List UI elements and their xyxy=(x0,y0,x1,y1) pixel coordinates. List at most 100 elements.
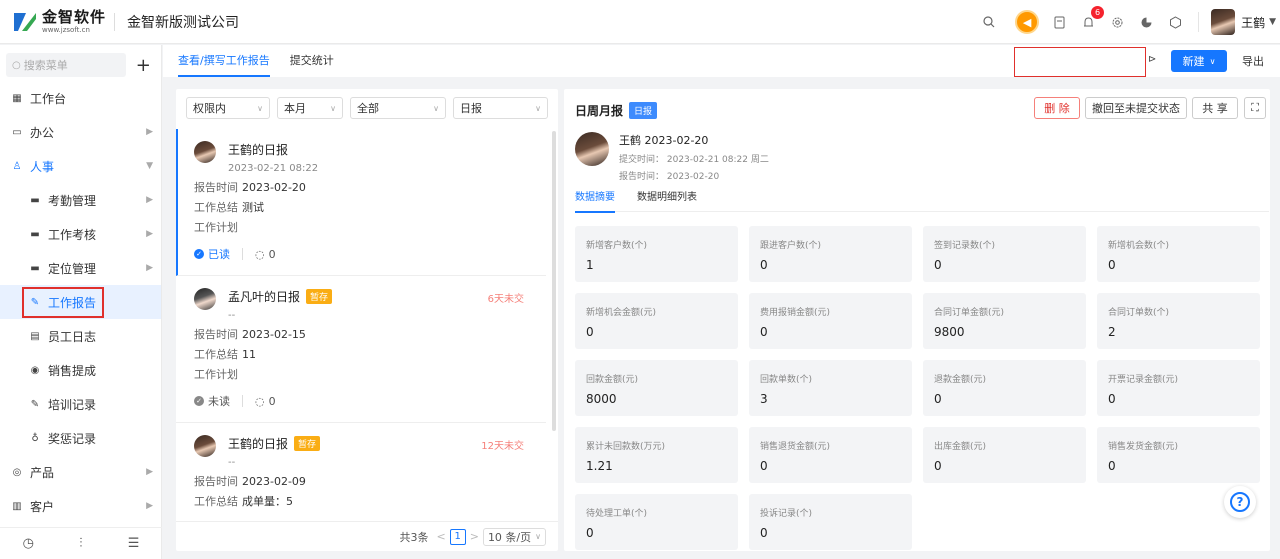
stat-card: 合同订单数(个) 2 xyxy=(1097,293,1260,349)
export-button[interactable]: 导出 xyxy=(1242,53,1264,69)
scope-select[interactable]: 权限内 ∨ xyxy=(186,97,270,119)
page-size-select[interactable]: 10 条/页 ∨ xyxy=(482,527,546,546)
tab-view-write-report[interactable]: 查看/撰写工作报告 xyxy=(178,45,270,77)
office-icon: ▭ xyxy=(12,126,22,138)
plan-row: 工作计划 xyxy=(194,222,546,234)
page-number[interactable]: 1 xyxy=(449,528,466,545)
logo[interactable]: 金智软件 www.jzsoft.cn xyxy=(12,9,112,34)
report-card[interactable]: 王鹤的日报 暂存 -- 12天未交 报告时间 2023-02-09 工作总结 成单量：… xyxy=(176,423,546,507)
stat-card: 累计未回款数(万元) 1.21 xyxy=(575,427,738,483)
report-created-time: 2023-02-21 08:22 xyxy=(228,163,319,174)
logo-icon xyxy=(12,10,38,34)
status-select[interactable]: 全部 ∨ xyxy=(350,97,446,119)
tab-data-detail-list[interactable]: 数据明细列表 xyxy=(637,188,697,212)
play-icon[interactable]: ⊳ xyxy=(1148,54,1156,65)
sidebar-item-commission[interactable]: ◉ 销售提成 xyxy=(0,353,161,387)
chevron-down-icon: ▼ xyxy=(146,161,153,171)
report-time: 报告时间： 2023-02-20 xyxy=(619,172,720,182)
chevron-down-icon[interactable]: ▼ xyxy=(1269,17,1276,27)
comment-icon[interactable]: ◌ xyxy=(255,248,265,261)
stat-value: 0 xyxy=(760,325,768,339)
stat-value: 3 xyxy=(760,392,768,406)
list-scrollbar[interactable] xyxy=(552,131,556,431)
period-select[interactable]: 本月 ∨ xyxy=(277,97,343,119)
menu-search-input[interactable]: ○ 搜索菜单 xyxy=(6,53,126,77)
revoke-button[interactable]: 撤回至未提交状态 xyxy=(1085,97,1187,119)
sidebar-item-attendance[interactable]: ▬ 考勤管理 ▶ xyxy=(0,183,161,217)
check-circle-icon: ✓ xyxy=(194,249,204,259)
stat-label: 新增机会数(个) xyxy=(1108,241,1170,251)
folder-icon: ▬ xyxy=(30,262,40,274)
stat-label: 累计未回款数(万元) xyxy=(586,442,666,452)
report-type-select[interactable]: 日报 ∨ xyxy=(453,97,548,119)
avatar xyxy=(194,288,216,310)
stat-card: 新增机会数(个) 0 xyxy=(1097,226,1260,282)
sidebar-item-office[interactable]: ▭ 办公 ▶ xyxy=(0,115,161,149)
search-icon[interactable] xyxy=(979,12,999,32)
sidebar-item-training[interactable]: ✎ 培训记录 xyxy=(0,387,161,421)
comment-count: 0 xyxy=(268,394,276,408)
new-button[interactable]: 新建 ∨ xyxy=(1171,50,1227,72)
announcement-icon[interactable]: ◀ xyxy=(1015,10,1040,34)
gear-icon[interactable] xyxy=(1107,12,1127,32)
collapse-menu-icon[interactable]: ☰ xyxy=(128,536,140,551)
tab-submit-stats[interactable]: 提交统计 xyxy=(290,45,334,77)
pie-chart-icon[interactable] xyxy=(1136,12,1156,32)
field-value: 测试 xyxy=(242,201,264,214)
select-value: 10 条/页 xyxy=(487,530,532,544)
sidebar-item-employee-log[interactable]: ▤ 员工日志 xyxy=(0,319,161,353)
medal-icon: ♁ xyxy=(31,432,39,444)
next-page-button[interactable]: > xyxy=(470,530,479,543)
share-button[interactable]: 共 享 xyxy=(1192,97,1238,119)
product-icon: ◎ xyxy=(12,466,22,478)
read-status: 已读 xyxy=(208,248,230,261)
overdue-label: 6天未交 xyxy=(487,294,524,305)
select-value: 全部 xyxy=(357,102,379,115)
chevron-down-icon: ∨ xyxy=(433,103,439,113)
sidebar-item-label: 员工日志 xyxy=(48,329,97,344)
prev-page-button[interactable]: < xyxy=(437,530,446,543)
history-icon[interactable]: ◷ xyxy=(23,536,34,551)
sidebar: ○ 搜索菜单 + ▦ 工作台 ▭ 办公 ▶ ♙ 人事 ▼ ▬ 考勤管理 ▶ ▬ 工作考核 ▶ ▬ 定… xyxy=(0,45,162,559)
fullscreen-icon[interactable]: ⛶ xyxy=(1244,97,1266,119)
user-name[interactable]: 王鹤 xyxy=(1241,14,1265,31)
report-card[interactable]: 孟凡叶的日报 暂存 -- 6天未交 报告时间 2023-02-15 工作总结 11 工… xyxy=(176,276,546,423)
message-icon[interactable] xyxy=(1049,12,1069,32)
sidebar-item-label: 工作考核 xyxy=(48,227,97,242)
sidebar-item-dashboard[interactable]: ▦ 工作台 xyxy=(0,81,161,115)
cube-icon[interactable] xyxy=(1165,12,1185,32)
notification-badge: 6 xyxy=(1091,6,1105,19)
sidebar-item-work-report[interactable]: ✎ 工作报告 xyxy=(0,285,161,319)
sidebar-item-label: 工作台 xyxy=(30,91,67,106)
top-bar: 金智软件 www.jzsoft.cn 金智新版测试公司 ◀ 6 王鹤 ▼ xyxy=(0,0,1280,44)
sidebar-item-location[interactable]: ▬ 定位管理 ▶ xyxy=(0,251,161,285)
bell-icon[interactable]: 6 xyxy=(1078,6,1105,32)
sidebar-item-label: 人事 xyxy=(30,159,55,174)
sidebar-item-hr[interactable]: ♙ 人事 ▼ xyxy=(0,149,161,183)
sidebar-item-assessment[interactable]: ▬ 工作考核 ▶ xyxy=(0,217,161,251)
stat-value: 0 xyxy=(934,459,942,473)
field-label: 工作计划 xyxy=(194,221,238,234)
delete-button[interactable]: 删 除 xyxy=(1034,97,1080,119)
stat-label: 出库金额(元) xyxy=(934,442,987,452)
user-avatar[interactable] xyxy=(1211,9,1236,35)
stat-card: 费用报销金额(元) 0 xyxy=(749,293,912,349)
comment-icon[interactable]: ◌ xyxy=(255,395,265,408)
author-line: 王鹤 2023-02-20 xyxy=(619,134,709,147)
sidebar-item-label: 产品 xyxy=(30,465,55,480)
stat-value: 0 xyxy=(586,325,594,339)
settings-sliders-icon[interactable]: ⫶ xyxy=(79,536,82,551)
draft-badge: 暂存 xyxy=(306,289,333,304)
report-card[interactable]: 王鹤的日报 2023-02-21 08:22 报告时间 2023-02-20 工作… xyxy=(176,129,546,276)
report-title: 王鹤的日报 xyxy=(228,437,289,451)
sidebar-item-product[interactable]: ◎ 产品 ▶ xyxy=(0,455,161,489)
chevron-right-icon: ▶ xyxy=(146,501,153,511)
add-menu-button[interactable]: + xyxy=(132,53,155,77)
company-name[interactable]: 金智新版测试公司 xyxy=(127,12,239,32)
help-button[interactable]: ? xyxy=(1224,486,1256,518)
sidebar-item-customer[interactable]: ▥ 客户 ▶ xyxy=(0,489,161,523)
stat-value: 0 xyxy=(586,526,594,540)
edit-icon: ✎ xyxy=(30,398,40,410)
tab-data-summary[interactable]: 数据摘要 xyxy=(575,188,615,213)
sidebar-item-rewards[interactable]: ♁ 奖惩记录 xyxy=(0,421,161,455)
